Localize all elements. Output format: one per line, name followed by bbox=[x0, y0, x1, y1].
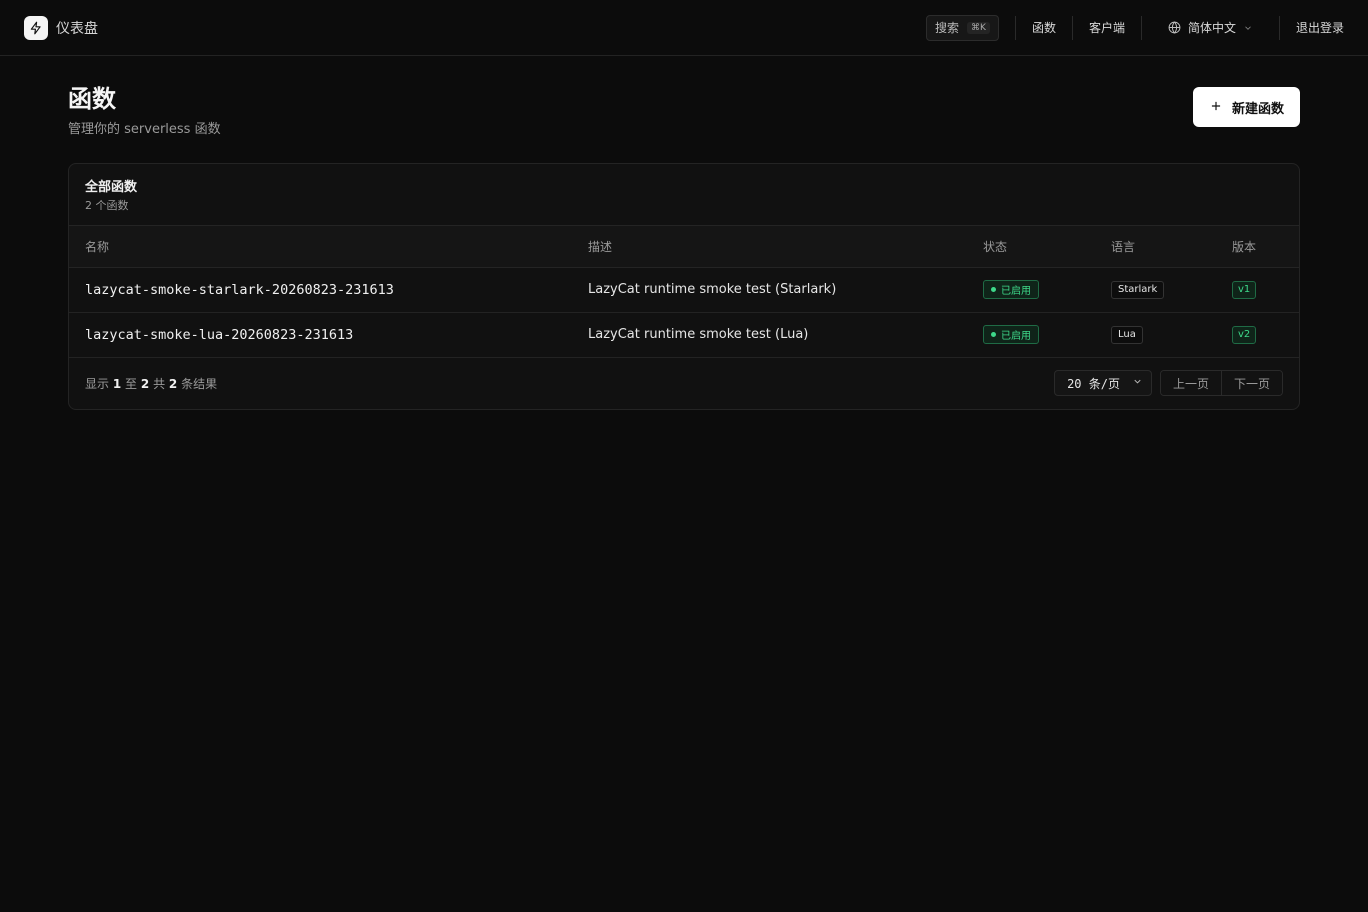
next-page-button[interactable]: 下一页 bbox=[1220, 371, 1282, 396]
lightning-bolt-icon bbox=[24, 15, 48, 40]
results-suffix: 条结果 bbox=[181, 376, 218, 391]
version-badge: v2 bbox=[1232, 325, 1257, 344]
version-cell: v2 bbox=[1216, 312, 1299, 358]
new-function-label: 新建函数 bbox=[1231, 100, 1284, 116]
language-label: 简体中文 bbox=[1187, 21, 1236, 35]
table-row[interactable]: lazycat-smoke-starlark-20260823-231613 L… bbox=[69, 267, 1299, 313]
nav-link-clients[interactable]: 客户端 bbox=[1073, 19, 1141, 36]
page-header: 函数 管理你的 serverless 函数 新建函数 bbox=[68, 86, 1300, 137]
column-header-description[interactable]: 描述 bbox=[572, 226, 967, 268]
status-badge: 已启用 bbox=[983, 280, 1039, 300]
function-name[interactable]: lazycat-smoke-starlark-20260823-231613 bbox=[69, 267, 572, 313]
status-cell: 已启用 bbox=[967, 312, 1095, 358]
card-header: 全部函数 2 个函数 bbox=[69, 164, 1299, 227]
chevron-down-icon bbox=[1243, 23, 1253, 33]
card-title: 全部函数 bbox=[85, 180, 138, 196]
column-header-version[interactable]: 版本 bbox=[1216, 226, 1299, 268]
nav-menu: 搜索 ⌘K 函数 客户端 简体中文 退出登录 bbox=[926, 0, 1344, 55]
function-name[interactable]: lazycat-smoke-lua-20260823-231613 bbox=[69, 312, 572, 358]
results-total: 2 bbox=[168, 376, 178, 391]
main-content: 函数 管理你的 serverless 函数 新建函数 全部函数 2 个函数 名称 bbox=[0, 56, 1368, 410]
nav-link-functions[interactable]: 函数 bbox=[1016, 19, 1072, 36]
language-select[interactable]: 简体中文 bbox=[1142, 19, 1279, 36]
top-nav: 仪表盘 搜索 ⌘K 函数 客户端 简体中文 退出登录 bbox=[0, 0, 1368, 56]
pager: 20 条/页 上一页 下一页 bbox=[1054, 370, 1283, 397]
card-subtitle: 2 个函数 bbox=[85, 199, 129, 213]
version-cell: v1 bbox=[1216, 267, 1299, 313]
plus-icon bbox=[1209, 99, 1223, 116]
column-header-status[interactable]: 状态 bbox=[967, 226, 1095, 268]
results-total-word: 共 bbox=[153, 376, 166, 391]
version-badge: v1 bbox=[1232, 280, 1257, 299]
results-prefix: 显示 bbox=[85, 376, 110, 391]
page-title: 函数 bbox=[68, 85, 116, 113]
page-size-select[interactable]: 20 条/页 bbox=[1054, 370, 1152, 397]
table-header-row: 名称 描述 状态 语言 版本 bbox=[69, 226, 1299, 268]
status-dot-icon bbox=[991, 287, 996, 293]
status-label: 已启用 bbox=[1001, 286, 1031, 298]
page-size-value: 20 条/页 bbox=[1067, 376, 1120, 391]
language-badge: Lua bbox=[1111, 325, 1143, 344]
column-header-name[interactable]: 名称 bbox=[69, 226, 572, 268]
function-description: LazyCat runtime smoke test (Lua) bbox=[572, 312, 967, 358]
prev-page-button[interactable]: 上一页 bbox=[1160, 371, 1221, 396]
search-button[interactable]: 搜索 ⌘K bbox=[926, 14, 999, 41]
search-label: 搜索 bbox=[935, 21, 960, 35]
results-to: 2 bbox=[140, 376, 150, 391]
functions-card: 全部函数 2 个函数 名称 描述 状态 语言 版本 lazycat-smoke-… bbox=[68, 163, 1300, 410]
search-shortcut: ⌘K bbox=[967, 21, 990, 34]
column-header-language[interactable]: 语言 bbox=[1095, 226, 1216, 268]
page-nav-group: 上一页 下一页 bbox=[1159, 370, 1283, 397]
chevron-down-icon bbox=[1132, 376, 1143, 390]
brand-link[interactable]: 仪表盘 bbox=[24, 15, 98, 40]
status-badge: 已启用 bbox=[983, 325, 1039, 345]
logout-link[interactable]: 退出登录 bbox=[1280, 19, 1344, 36]
page-subtitle: 管理你的 serverless 函数 bbox=[68, 122, 221, 138]
results-from: 1 bbox=[112, 376, 122, 391]
language-badge: Starlark bbox=[1111, 280, 1165, 299]
functions-table: 名称 描述 状态 语言 版本 lazycat-smoke-starlark-20… bbox=[69, 226, 1299, 358]
table-row[interactable]: lazycat-smoke-lua-20260823-231613 LazyCa… bbox=[69, 312, 1299, 358]
new-function-button[interactable]: 新建函数 bbox=[1192, 87, 1300, 127]
status-label: 已启用 bbox=[1001, 331, 1031, 343]
app-title: 仪表盘 bbox=[56, 20, 98, 37]
status-cell: 已启用 bbox=[967, 267, 1095, 313]
results-summary: 显示 1 至 2 共 2 条结果 bbox=[85, 375, 217, 392]
language-cell: Starlark bbox=[1095, 267, 1216, 313]
pagination-bar: 显示 1 至 2 共 2 条结果 20 条/页 上一页 下一页 bbox=[69, 358, 1299, 409]
language-cell: Lua bbox=[1095, 312, 1216, 358]
function-description: LazyCat runtime smoke test (Starlark) bbox=[572, 267, 967, 313]
globe-icon bbox=[1168, 21, 1181, 34]
results-to-word: 至 bbox=[125, 376, 138, 391]
status-dot-icon bbox=[991, 332, 996, 338]
